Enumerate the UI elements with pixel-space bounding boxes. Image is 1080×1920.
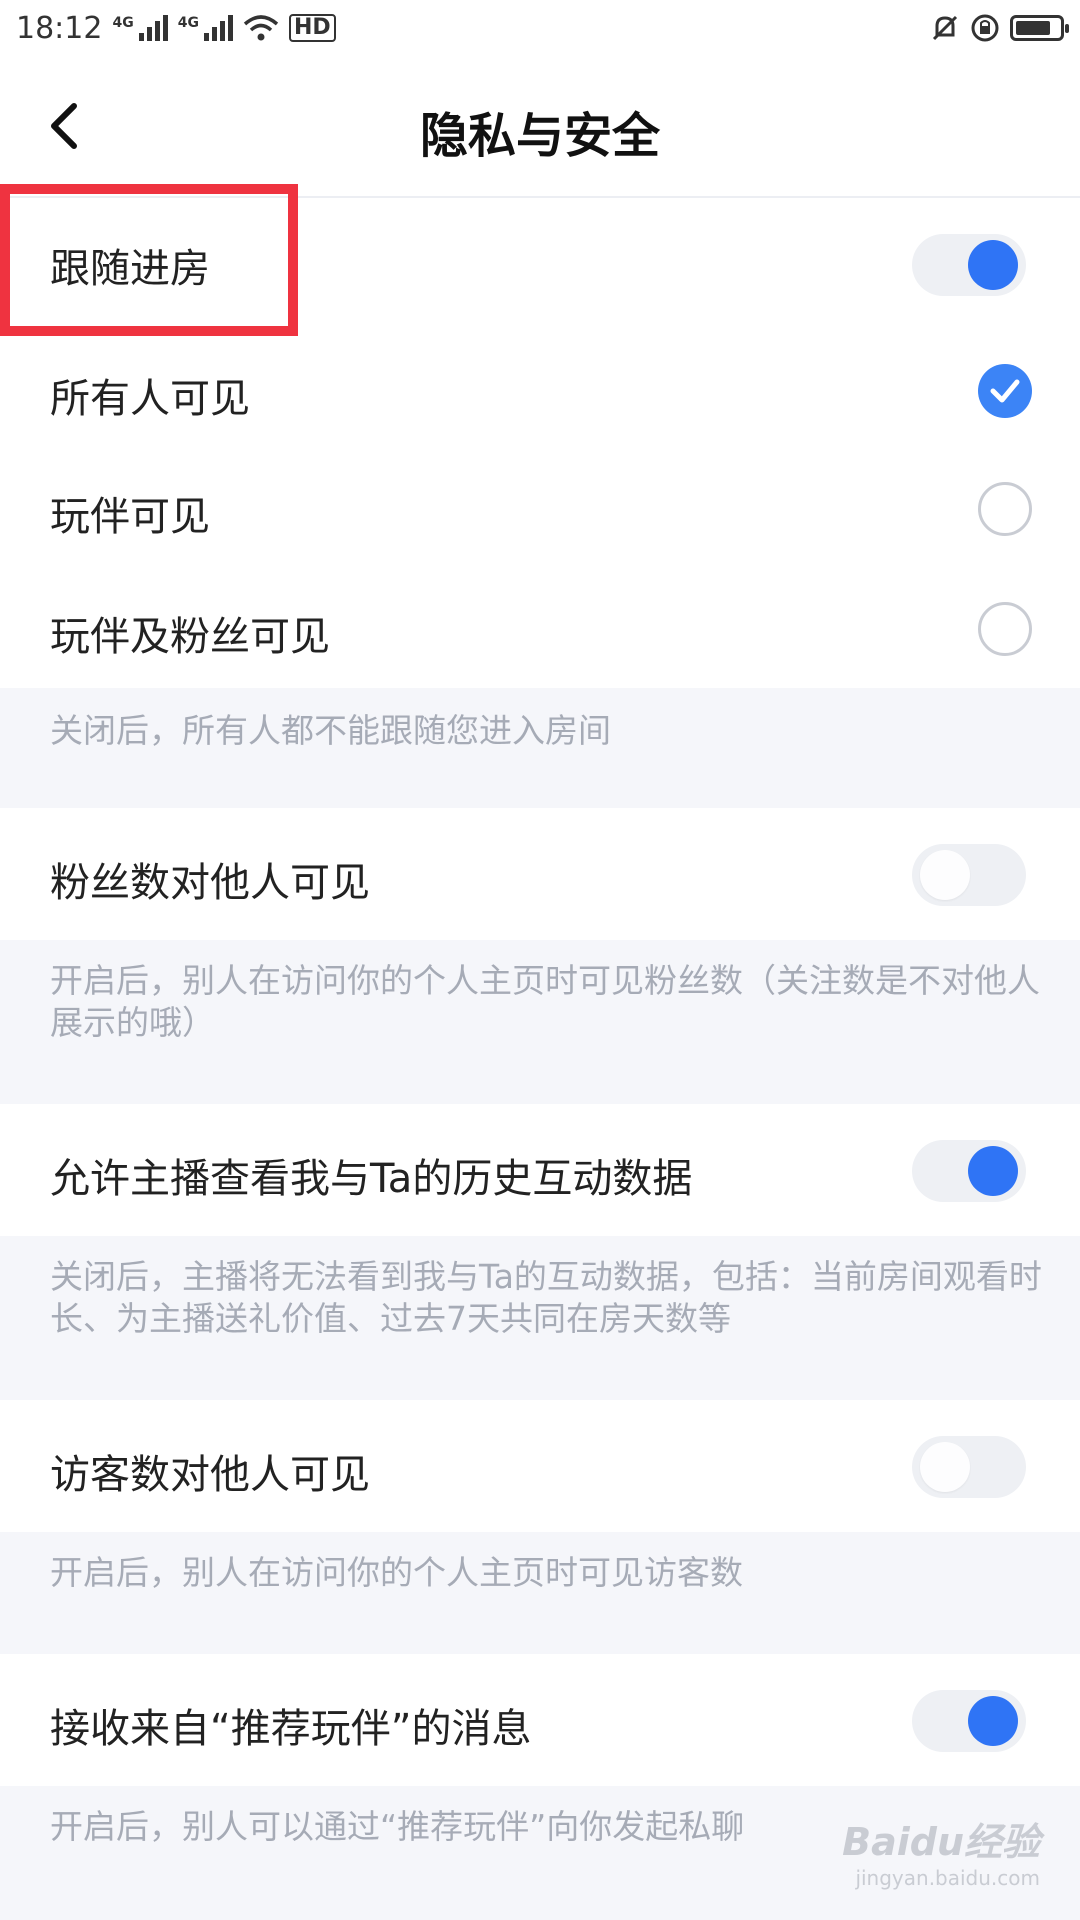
option-label: 所有人可见 [50, 376, 250, 422]
muted-bell-icon [932, 15, 958, 41]
rotation-lock-icon [971, 14, 999, 42]
option-label: 玩伴可见 [50, 494, 210, 540]
setting-label: 允许主播查看我与Ta的历史互动数据 [50, 1156, 693, 1202]
follow-room-toggle[interactable] [912, 234, 1026, 296]
follow-room-note: 关闭后，所有人都不能跟随您进入房间 [0, 688, 1080, 808]
setting-label: 粉丝数对他人可见 [50, 860, 370, 906]
recommend-messages-toggle[interactable] [912, 1690, 1026, 1752]
setting-row-history-data: 允许主播查看我与Ta的历史互动数据 [0, 1104, 1080, 1236]
setting-label: 访客数对他人可见 [50, 1452, 370, 1498]
status-bar: 18:12 4G 4G HD [0, 0, 1080, 56]
watermark: Baidu经验 jingyan.baidu.com [842, 1820, 1040, 1890]
option-label: 玩伴及粉丝可见 [50, 614, 330, 660]
signal-icon: 4G [112, 15, 168, 41]
navigation-bar: 隐私与安全 [0, 56, 1080, 198]
radio-button[interactable] [978, 364, 1032, 418]
visitors-visible-toggle[interactable] [912, 1436, 1026, 1498]
radio-button[interactable] [978, 602, 1032, 656]
radio-button[interactable] [978, 482, 1032, 536]
option-partners-and-fans[interactable]: 玩伴及粉丝可见 [0, 564, 1080, 688]
page-title: 隐私与安全 [419, 108, 660, 164]
history-data-toggle[interactable] [912, 1140, 1026, 1202]
option-partners[interactable]: 玩伴可见 [0, 446, 1080, 564]
setting-note: 开启后，别人在访问你的个人主页时可见粉丝数（关注数是不对他人展示的哦） [0, 940, 1080, 1104]
option-everyone[interactable]: 所有人可见 [0, 328, 1080, 446]
setting-row-visitors-visible: 访客数对他人可见 [0, 1400, 1080, 1532]
battery-icon [1010, 15, 1069, 41]
signal-icon: 4G [178, 15, 233, 41]
wifi-icon [243, 15, 279, 41]
highlight-box [0, 184, 298, 336]
hd-icon: HD [288, 14, 336, 42]
setting-label: 接收来自“推荐玩伴”的消息 [50, 1706, 532, 1752]
setting-row-fans-visible: 粉丝数对他人可见 [0, 808, 1080, 940]
setting-note: 关闭后，主播将无法看到我与Ta的互动数据，包括：当前房间观看时长、为主播送礼价值… [0, 1236, 1080, 1400]
setting-row-recommend-messages: 接收来自“推荐玩伴”的消息 [0, 1654, 1080, 1786]
check-icon [990, 379, 1020, 403]
setting-note: 开启后，别人在访问你的个人主页时可见访客数 [0, 1532, 1080, 1654]
status-time: 18:12 [16, 10, 103, 46]
fans-visible-toggle[interactable] [912, 844, 1026, 906]
